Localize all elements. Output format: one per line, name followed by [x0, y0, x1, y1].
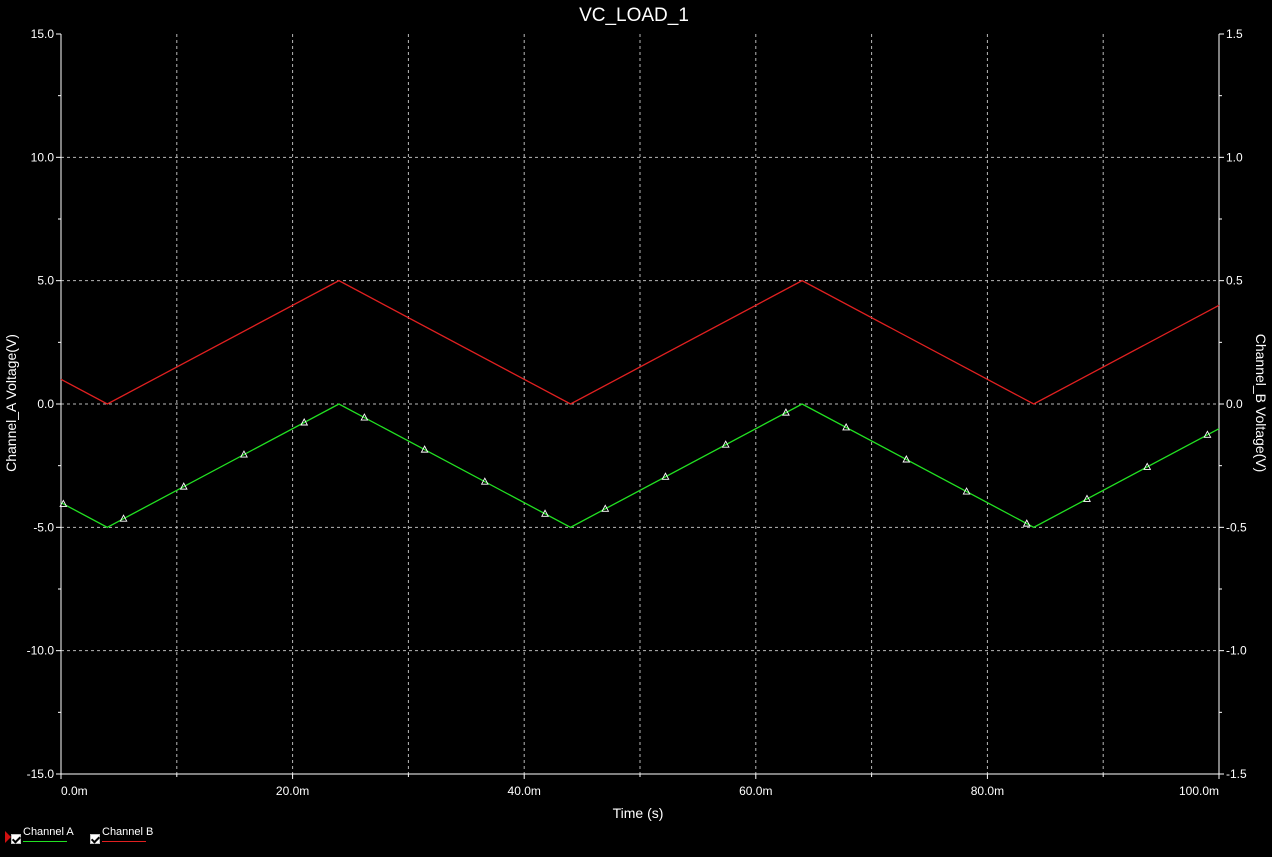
- y-tick-label-right: 0.0: [1226, 397, 1243, 411]
- y-tick-label-left: -10.0: [27, 644, 55, 658]
- channel-b-checkbox[interactable]: [90, 834, 100, 844]
- y-tick-label-right: 1.0: [1226, 150, 1243, 164]
- legend: Channel A Channel B: [0, 822, 300, 852]
- chart-svg: 15.0 10.0 5.0 0.0 -5.0 -10.0 -15.0 1.5 1.0 0.5 0.0…: [3, 5, 1269, 821]
- y-tick-label-left: 0.0: [37, 397, 54, 411]
- legend-label-channel-a: Channel A: [23, 826, 74, 838]
- y-tick-label-right: -1.0: [1226, 644, 1247, 658]
- y-tick-label-right: 0.5: [1226, 274, 1243, 288]
- channel-a-checkbox[interactable]: [11, 834, 21, 844]
- chart-window: 15.0 10.0 5.0 0.0 -5.0 -10.0 -15.0 1.5 1.0 0.5 0.0…: [0, 0, 1272, 857]
- legend-swatch-channel-a: [23, 841, 67, 842]
- y-tick-label-left: 10.0: [31, 150, 55, 164]
- y-tick-label-left: 15.0: [31, 27, 55, 41]
- y-axis-label-left: Channel_A Voltage(V): [3, 334, 19, 472]
- y-tick-label-right: -0.5: [1226, 520, 1247, 534]
- x-tick-label: 80.0m: [971, 784, 1004, 798]
- axis-layer: 15.0 10.0 5.0 0.0 -5.0 -10.0 -15.0 1.5 1.0 0.5 0.0…: [27, 27, 1247, 798]
- y-axis-label-right: Channel_B Voltage(V): [1253, 334, 1269, 473]
- y-tick-label-left: -15.0: [27, 767, 55, 781]
- grid-layer: [61, 34, 1219, 774]
- x-tick-label: 40.0m: [508, 784, 541, 798]
- legend-swatch-channel-b: [102, 841, 146, 842]
- y-tick-label-left: -5.0: [33, 520, 54, 534]
- x-tick-label: 0.0m: [61, 784, 88, 798]
- x-axis-label: Time (s): [613, 805, 664, 821]
- y-tick-label-right: -1.5: [1226, 767, 1247, 781]
- y-tick-label-left: 5.0: [37, 274, 54, 288]
- legend-label-channel-b: Channel B: [102, 826, 154, 838]
- chart-title: VC_LOAD_1: [579, 5, 689, 26]
- x-tick-label: 60.0m: [739, 784, 772, 798]
- x-tick-label: 20.0m: [276, 784, 309, 798]
- y-tick-label-right: 1.5: [1226, 27, 1243, 41]
- x-tick-label: 100.0m: [1179, 784, 1219, 798]
